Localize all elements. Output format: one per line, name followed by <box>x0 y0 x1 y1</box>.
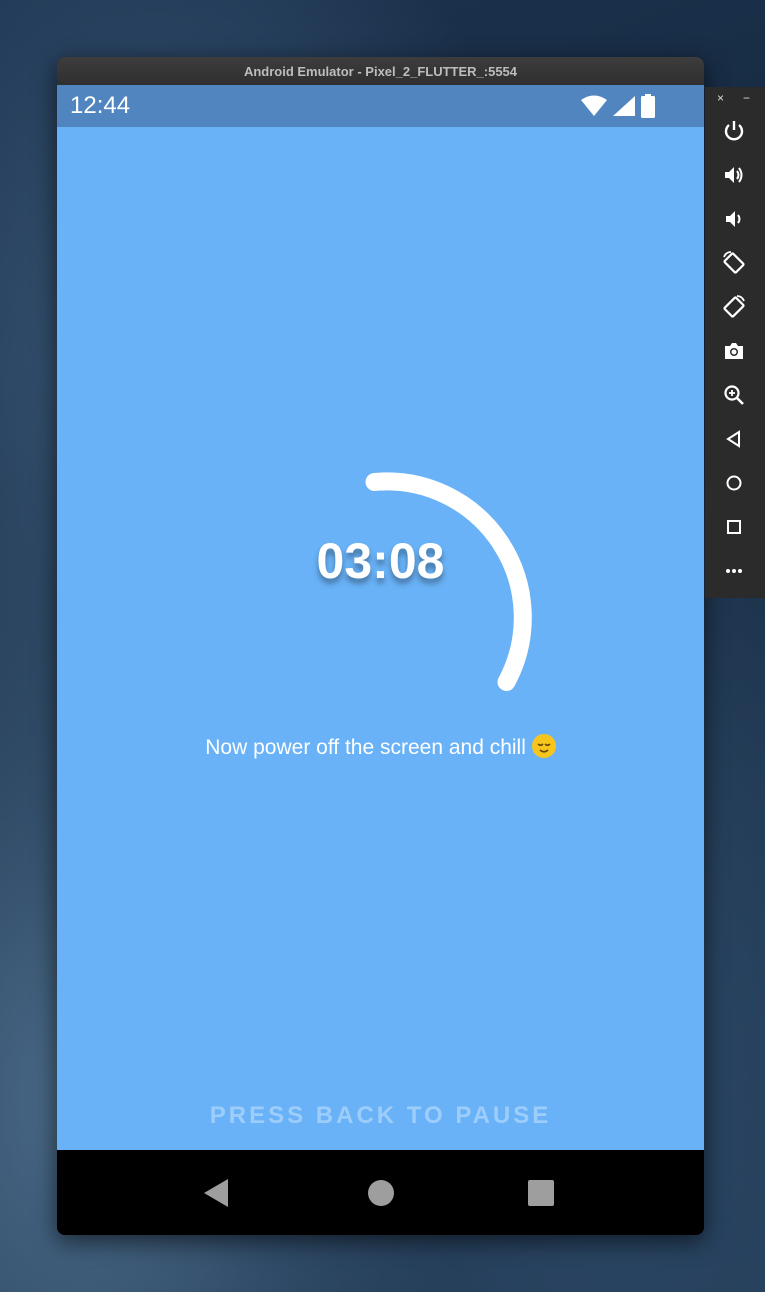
rotate-right-icon[interactable] <box>720 293 748 321</box>
back-icon[interactable] <box>202 1178 230 1208</box>
instruction-message: Now power off the screen and chill <box>57 734 704 760</box>
more-icon[interactable] <box>720 557 748 585</box>
minimize-button[interactable]: − <box>743 91 750 105</box>
close-button[interactable]: × <box>717 91 724 105</box>
home-icon[interactable] <box>367 1178 395 1208</box>
navigation-bar <box>57 1150 704 1235</box>
overview-icon[interactable] <box>720 513 748 541</box>
window-titlebar[interactable]: Android Emulator - Pixel_2_FLUTTER_:5554 <box>57 57 704 85</box>
volume-down-icon[interactable] <box>720 205 748 233</box>
countdown-timer: 03:08 <box>316 533 445 589</box>
emulator-window: Android Emulator - Pixel_2_FLUTTER_:5554… <box>57 57 704 1235</box>
back-icon[interactable] <box>720 425 748 453</box>
window-title: Android Emulator - Pixel_2_FLUTTER_:5554 <box>243 63 518 79</box>
recents-icon[interactable] <box>527 1178 555 1208</box>
status-icons <box>580 94 656 118</box>
press-back-hint: PRESS BACK TO PAUSE <box>209 1102 552 1129</box>
zoom-icon[interactable] <box>720 381 748 409</box>
cell-signal-icon <box>613 96 635 116</box>
timer-progress-arc <box>365 472 532 691</box>
rotate-left-icon[interactable] <box>720 249 748 277</box>
instruction-text: Now power off the screen and chill <box>205 736 526 759</box>
volume-up-icon[interactable] <box>720 161 748 189</box>
emulator-toolbar: × − <box>705 87 765 598</box>
home-icon[interactable] <box>720 469 748 497</box>
battery-icon <box>641 94 655 118</box>
status-time: 12:44 <box>70 92 131 119</box>
status-bar: 12:44 <box>57 85 704 127</box>
app-screen: 03:08 Now power off the screen and chill… <box>57 127 704 1150</box>
wifi-icon <box>581 95 607 116</box>
relieved-face-emoji <box>531 734 556 758</box>
power-icon[interactable] <box>720 117 748 145</box>
camera-icon[interactable] <box>720 337 748 365</box>
